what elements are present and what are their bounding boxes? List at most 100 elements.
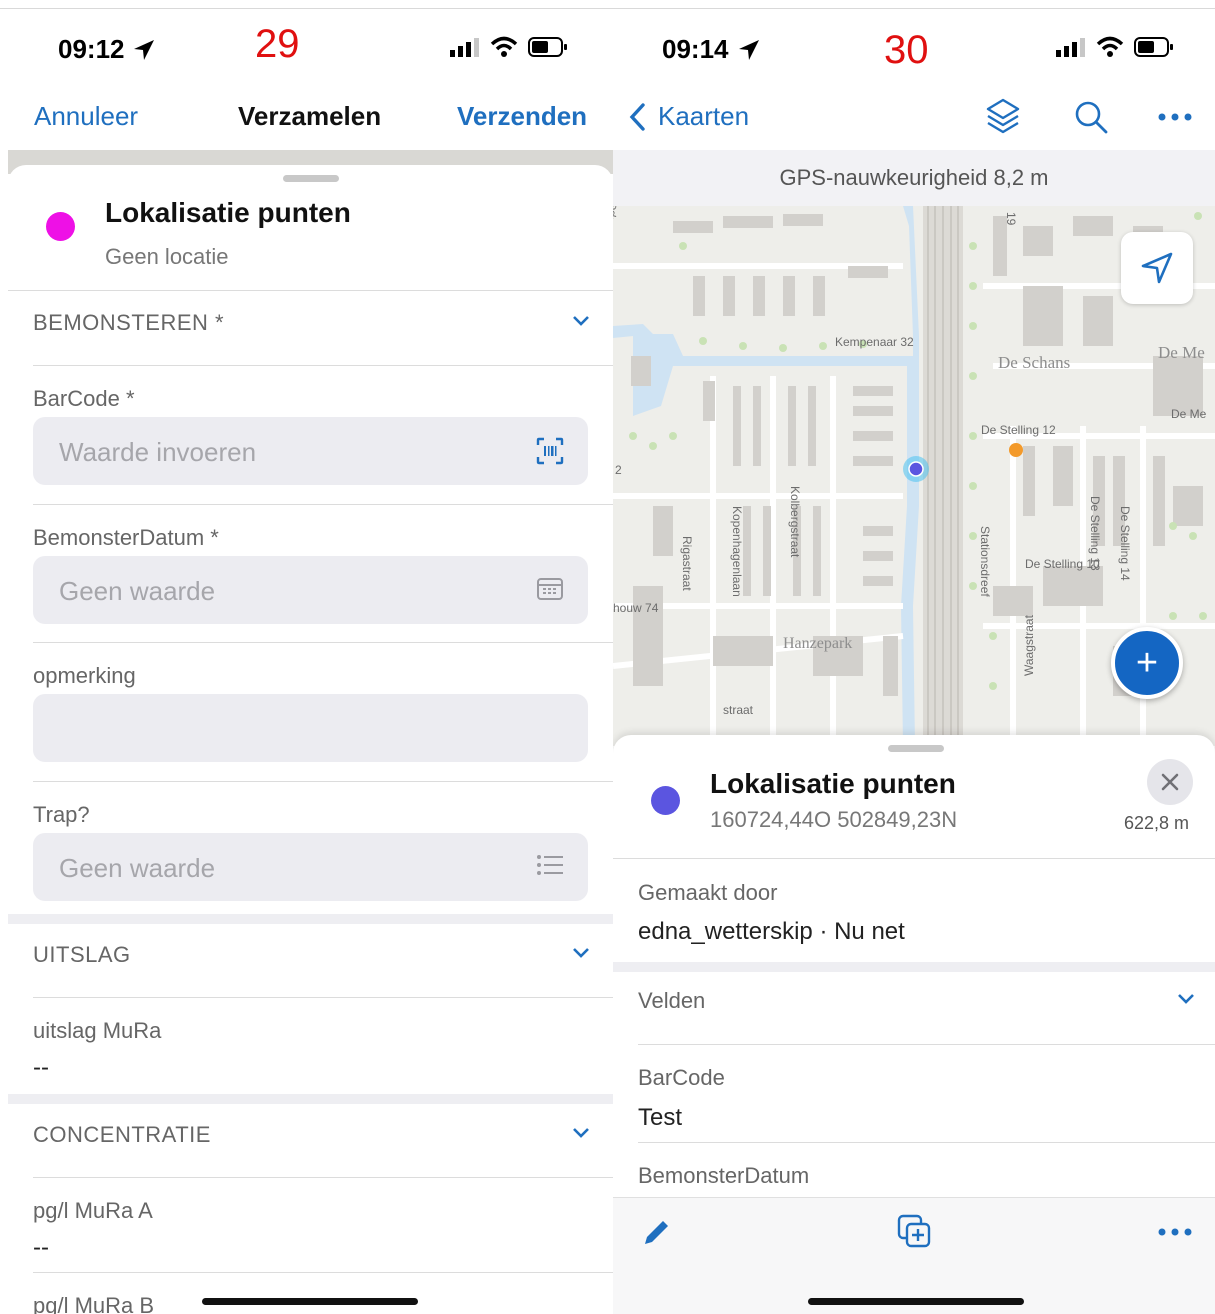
divider [33, 642, 613, 643]
layers-icon[interactable] [985, 97, 1021, 137]
map-label: De Schans [998, 353, 1070, 372]
battery-icon [528, 37, 567, 57]
opmerking-input[interactable] [33, 694, 588, 762]
layer-title: Lokalisatie punten [105, 197, 351, 228]
map-label: Kolbergstraat [788, 486, 802, 558]
top-divider [613, 8, 1215, 9]
send-button[interactable]: Verzenden [457, 101, 587, 132]
feature-marker[interactable] [1009, 443, 1023, 457]
edit-icon[interactable] [641, 1218, 671, 1248]
trap-placeholder: Geen waarde [59, 853, 216, 883]
divider [33, 997, 613, 998]
wifi-icon [490, 36, 518, 57]
chevron-down-icon [573, 948, 589, 958]
divider [638, 1044, 1215, 1045]
map-label: De Me [1171, 407, 1207, 421]
chevron-down-icon [1178, 994, 1194, 1004]
map-label: houw 74 [613, 601, 659, 615]
map-label: De Stelling 14 [1118, 506, 1132, 581]
back-label: Kaarten [658, 101, 750, 131]
home-indicator[interactable] [808, 1298, 1024, 1305]
feature-dot [46, 212, 75, 241]
divider [33, 1177, 613, 1178]
status-icons [450, 36, 568, 58]
divider [33, 504, 613, 505]
cancel-button[interactable]: Annuleer [34, 101, 138, 132]
trap-select[interactable]: Geen waarde [33, 833, 588, 901]
gps-accuracy: GPS-nauwkeurigheid 8,2 m [613, 150, 1215, 206]
divider [33, 781, 613, 782]
map-label: Waagstraat [1022, 614, 1036, 676]
battery-icon [1134, 37, 1173, 57]
divider [638, 1142, 1215, 1143]
map-label: Kempenaar 32 [835, 335, 914, 349]
search-icon[interactable] [1073, 99, 1109, 135]
top-divider [0, 8, 613, 9]
map-label: Stationsdreef [978, 526, 992, 597]
map-label: Kopenhagenlaan [730, 506, 744, 597]
chevron-down-icon [573, 1128, 589, 1138]
section-label: Velden [638, 988, 706, 1013]
section-separator [613, 962, 1215, 972]
map-label: straat [723, 703, 754, 717]
barcode-input[interactable]: Waarde invoeren [33, 417, 588, 485]
section-label: BEMONSTEREN * [33, 310, 225, 335]
map-label: 19 [1004, 212, 1018, 226]
signal-icon [1056, 38, 1085, 57]
datum-input[interactable]: Geen waarde [33, 556, 588, 624]
add-feature-button[interactable]: + [1111, 627, 1183, 699]
navigation-icon [1141, 252, 1173, 284]
home-indicator[interactable] [202, 1298, 418, 1305]
map-label: De Stelling 12 [981, 423, 1056, 437]
distance: 622,8 m [1124, 813, 1190, 833]
uitslag-label: uitslag MuRa [33, 1018, 162, 1043]
plus-icon: + [1135, 642, 1159, 684]
screen-kaarten: 09:14 30 Kaarten GPS-nauwkeurigheid 8,2 … [613, 0, 1215, 1314]
bottom-toolbar [613, 1197, 1215, 1314]
location-arrow-icon [739, 40, 759, 60]
form-sheet: Lokalisatie punten Geen locatie BEMONSTE… [8, 165, 613, 1314]
section-separator [8, 914, 613, 924]
uitslag-value: -- [33, 1054, 49, 1081]
barcode-label: BarCode [638, 1065, 725, 1090]
section-label: CONCENTRATIE [33, 1122, 211, 1147]
barcode-label: BarCode * [33, 386, 135, 411]
current-location-marker[interactable] [908, 461, 924, 477]
sheet-grabber[interactable] [283, 175, 339, 182]
location-arrow-icon [134, 40, 154, 60]
barcode-scan-icon[interactable] [536, 437, 564, 465]
section-label: UITSLAG [33, 942, 131, 967]
chevron-left-icon [629, 103, 645, 131]
trap-label: Trap? [33, 802, 90, 827]
status-time: 09:14 [662, 34, 729, 64]
divider [33, 1272, 613, 1273]
close-button[interactable] [1147, 759, 1193, 805]
divider [613, 858, 1215, 859]
feature-coords: 160724,44O 502849,23N [710, 807, 958, 832]
status-icons [1056, 36, 1174, 58]
locate-button[interactable] [1121, 232, 1193, 304]
status-time: 09:12 [58, 34, 125, 64]
duplicate-icon[interactable] [897, 1214, 933, 1250]
wifi-icon [1096, 36, 1124, 57]
datum-placeholder: Geen waarde [59, 576, 216, 606]
shot-number: 30 [884, 28, 929, 72]
list-icon[interactable] [536, 853, 564, 877]
more-icon[interactable] [1158, 1227, 1192, 1237]
map-label: De Stelling 13 [1088, 496, 1102, 571]
map-label: Hanzepark [783, 635, 852, 652]
map-label: Rigastraat [680, 536, 694, 591]
sheet-grabber[interactable] [888, 745, 944, 752]
map-label: 2 [615, 463, 622, 477]
mura-b-label: pg/l MuRa B [33, 1293, 155, 1314]
page-title: Verzamelen [238, 101, 382, 131]
map-label: Kempenaar [613, 206, 626, 242]
more-icon[interactable] [1158, 112, 1192, 122]
shot-number: 29 [255, 22, 300, 66]
opmerking-label: opmerking [33, 663, 136, 688]
calendar-icon[interactable] [536, 576, 564, 602]
status-bar: 09:12 29 [0, 22, 613, 72]
barcode-value: Test [638, 1104, 683, 1131]
created-value: edna_wetterskip · Nu net [638, 918, 905, 945]
created-label: Gemaakt door [638, 880, 778, 905]
